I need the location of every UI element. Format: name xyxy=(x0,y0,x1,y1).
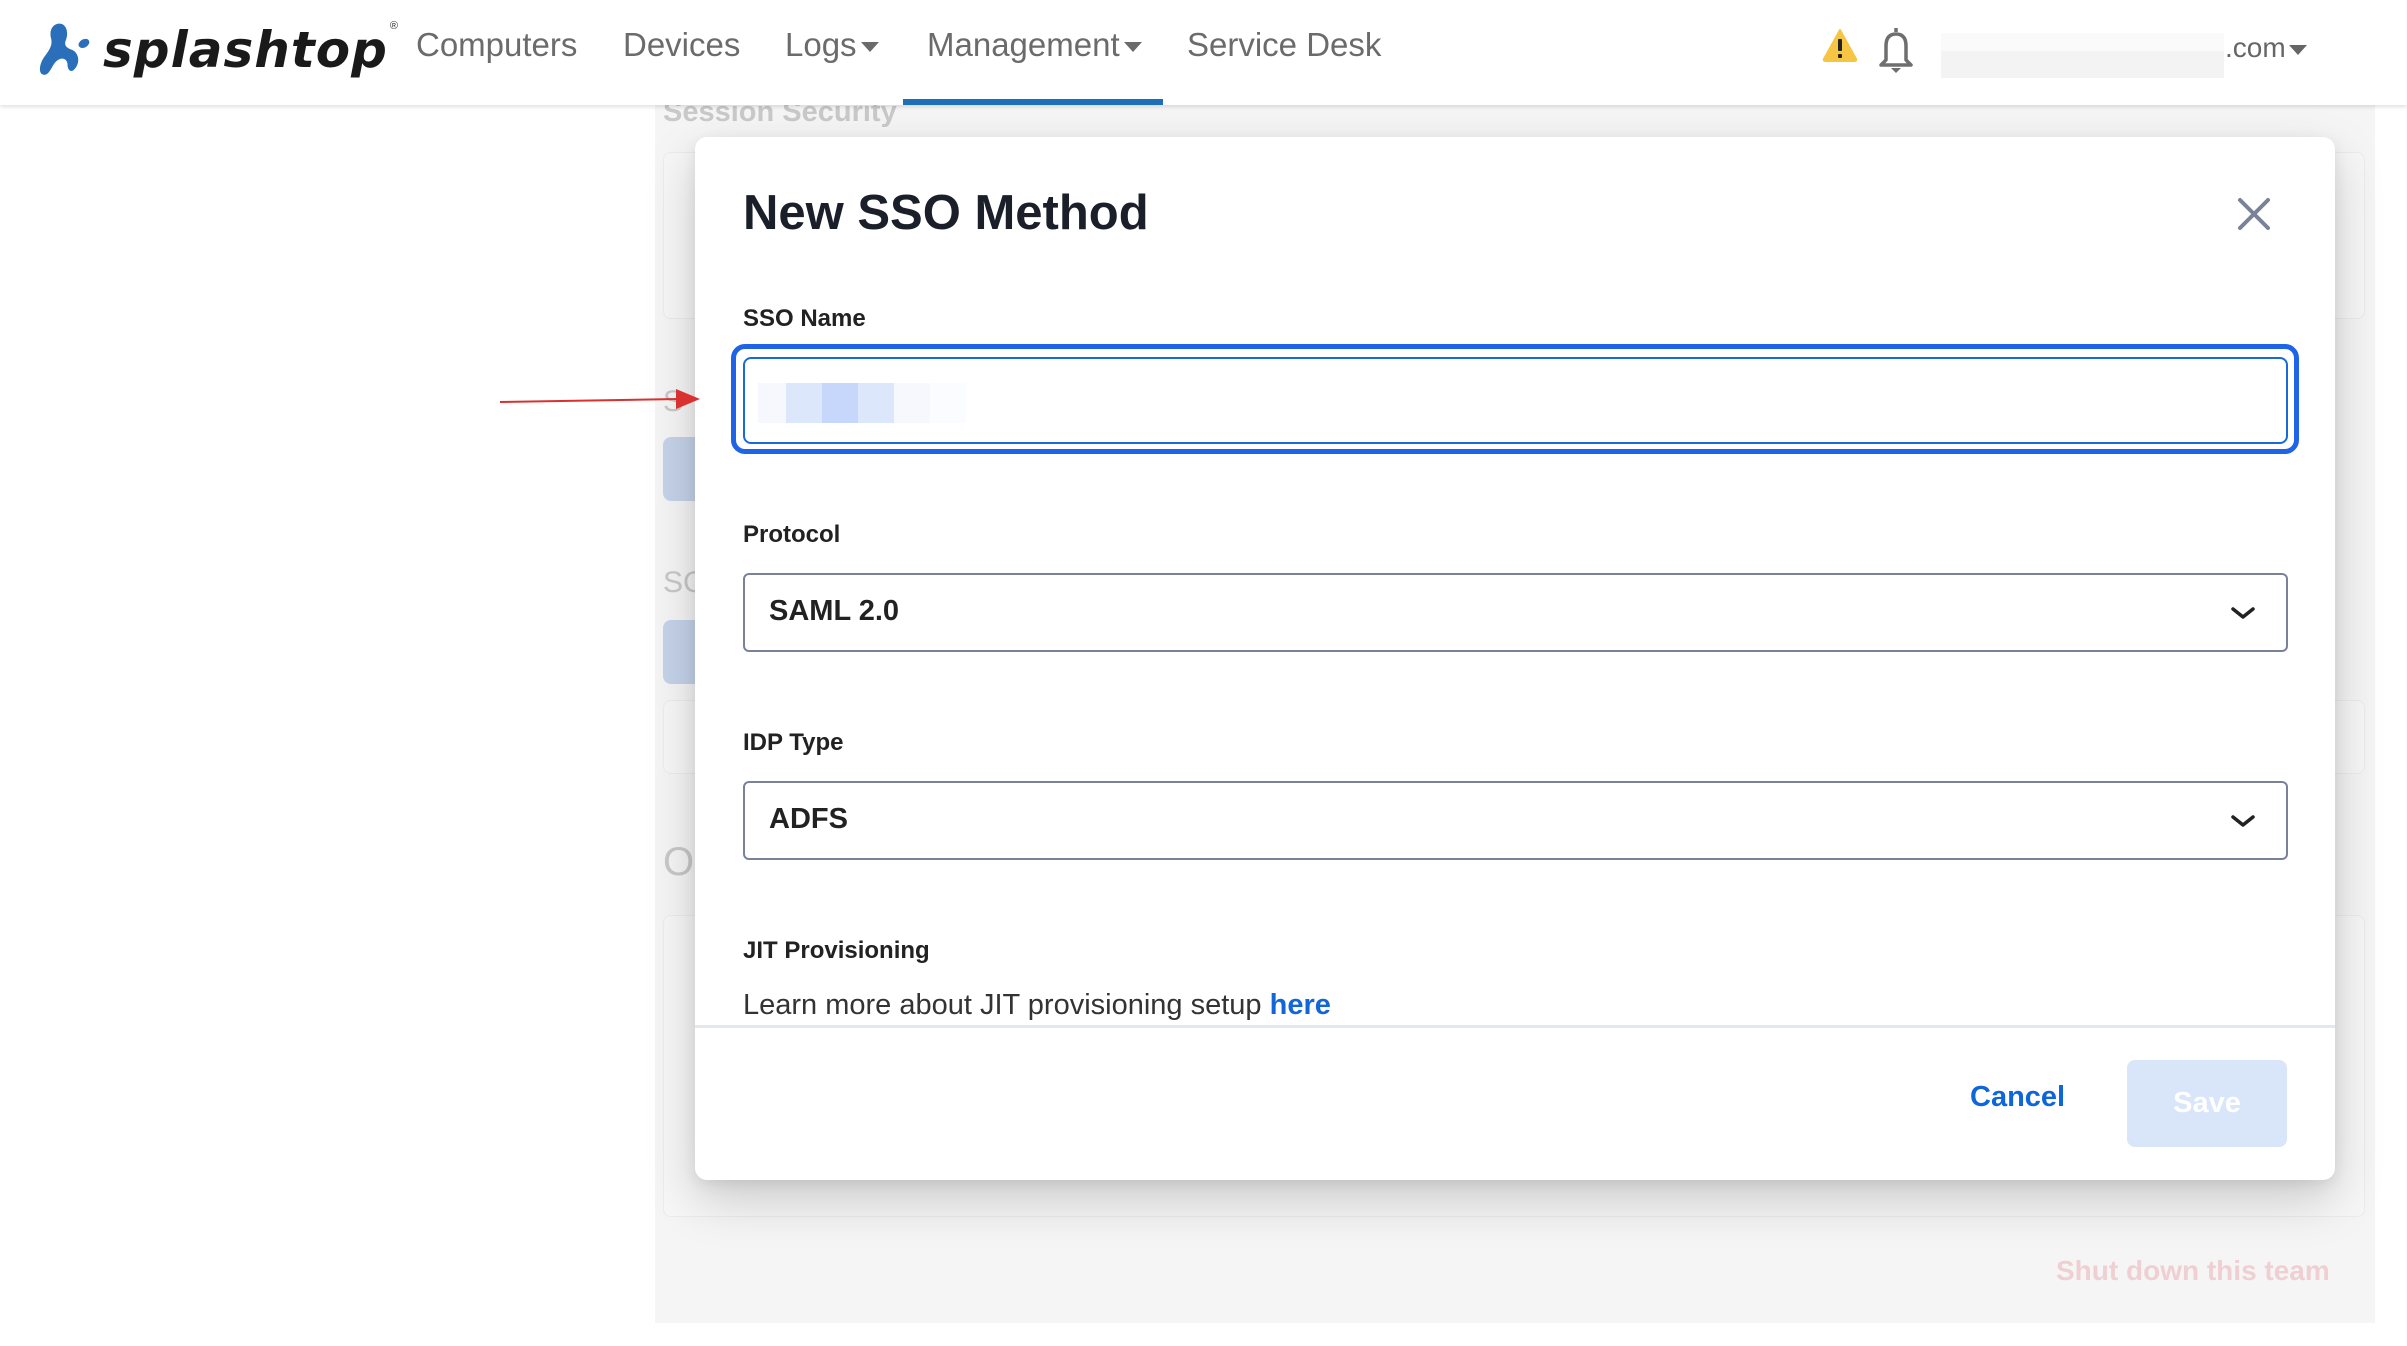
nav-computers[interactable]: Computers xyxy=(416,26,577,64)
nav-management[interactable]: Management xyxy=(927,26,1142,64)
footer-divider xyxy=(695,1025,2335,1028)
registered-mark: ® xyxy=(389,20,398,32)
account-email-redacted[interactable] xyxy=(1941,33,2224,78)
jit-help-text: Learn more about JIT provisioning setup … xyxy=(743,989,1331,1022)
modal-title: New SSO Method xyxy=(743,186,1149,240)
idp-type-select[interactable]: ADFS xyxy=(743,781,2288,860)
close-icon[interactable] xyxy=(2235,195,2273,233)
nav-service-desk[interactable]: Service Desk xyxy=(1187,26,1381,64)
redacted-value xyxy=(758,383,966,423)
idp-type-label: IDP Type xyxy=(743,729,844,756)
cancel-button[interactable]: Cancel xyxy=(1970,1081,2065,1114)
nav-devices-label: Devices xyxy=(623,26,741,63)
jit-help-text-body: Learn more about JIT provisioning setup xyxy=(743,989,1262,1021)
sso-name-label: SSO Name xyxy=(743,305,866,332)
new-sso-method-modal: New SSO Method SSO Name Protocol SAML 2.… xyxy=(695,137,2335,1180)
nav-devices[interactable]: Devices xyxy=(623,26,740,64)
splashtop-logo-icon xyxy=(39,23,90,75)
protocol-label: Protocol xyxy=(743,521,841,548)
chevron-down-icon xyxy=(2231,607,2255,619)
chevron-down-icon xyxy=(2231,815,2255,827)
nav-logs-label: Logs xyxy=(785,26,857,63)
idp-type-value: ADFS xyxy=(769,803,848,835)
protocol-value: SAML 2.0 xyxy=(769,595,900,627)
account-suffix-text: .com xyxy=(2225,32,2286,63)
top-navbar: splashtop ® Computers Devices Logs Manag… xyxy=(0,0,2407,105)
protocol-select[interactable]: SAML 2.0 xyxy=(743,573,2288,652)
bell-icon[interactable] xyxy=(1876,24,1916,74)
account-menu[interactable]: .com xyxy=(2225,32,2307,64)
jit-provisioning-label: JIT Provisioning xyxy=(743,937,930,964)
warning-icon[interactable] xyxy=(1822,28,1858,62)
save-button[interactable]: Save xyxy=(2127,1060,2287,1147)
caret-down-icon xyxy=(2288,44,2307,55)
caret-down-icon xyxy=(1123,42,1142,53)
nav-service-desk-label: Service Desk xyxy=(1187,26,1382,63)
splashtop-logo[interactable]: splashtop ® xyxy=(38,14,398,86)
sso-name-input[interactable] xyxy=(743,357,2288,444)
active-nav-indicator xyxy=(903,99,1163,105)
annotation-arrow-icon xyxy=(499,389,700,409)
caret-down-icon xyxy=(860,42,879,53)
jit-help-link[interactable]: here xyxy=(1270,989,1331,1021)
logo-text: splashtop xyxy=(103,21,388,79)
nav-computers-label: Computers xyxy=(416,26,578,63)
nav-logs[interactable]: Logs xyxy=(785,26,879,64)
nav-management-label: Management xyxy=(927,26,1120,63)
